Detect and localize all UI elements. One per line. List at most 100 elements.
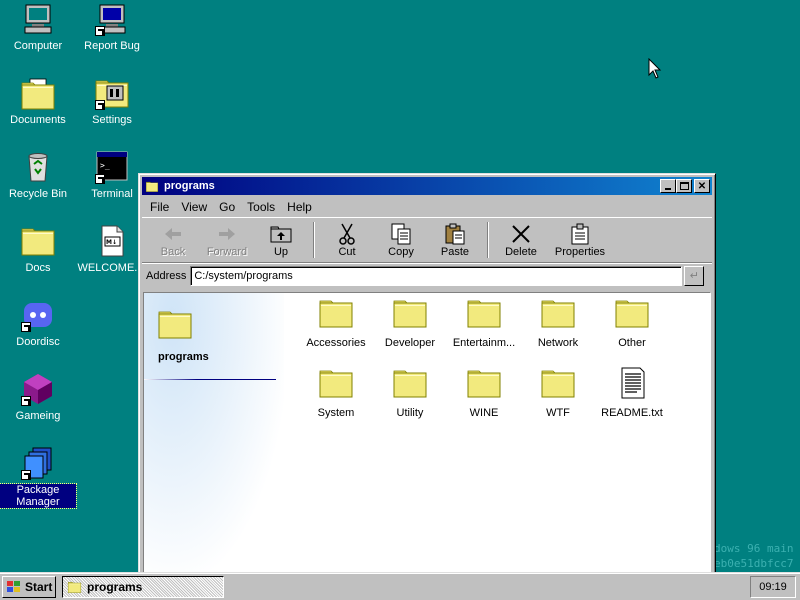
desktop-icon-docs[interactable]: Docs (0, 224, 76, 274)
desktop-icon-settings[interactable]: Settings (74, 76, 150, 126)
item-label: Entertainm... (452, 337, 516, 349)
cut-button[interactable]: Cut (320, 218, 374, 262)
file-item-readme[interactable]: README.txt (592, 367, 672, 419)
paste-button[interactable]: Paste (428, 218, 482, 262)
desktop-icon-gameing[interactable]: Gameing (0, 372, 76, 422)
item-label: README.txt (601, 407, 663, 419)
menu-bar: File View Go Tools Help (142, 195, 712, 217)
desktop-icon-label: WELCOME.... (77, 262, 147, 274)
back-button[interactable]: Back (146, 218, 200, 262)
sidepanel-divider (144, 379, 276, 380)
toolbar-separator (487, 222, 489, 258)
properties-button[interactable]: Properties (548, 218, 612, 262)
address-bar: Address C:/system/programs ↵ (142, 263, 712, 287)
item-label: Other (618, 337, 646, 349)
settings-icon (95, 76, 129, 110)
copy-icon (389, 223, 413, 245)
forward-arrow-icon (215, 223, 239, 245)
menu-go[interactable]: Go (213, 198, 241, 214)
folder-icon (145, 181, 159, 192)
desktop-icon-computer[interactable]: Computer (0, 2, 76, 52)
forward-label: Forward (206, 246, 248, 258)
close-button[interactable]: ✕ (694, 179, 710, 193)
window-titlebar[interactable]: programs ✕ (142, 177, 712, 195)
shortcut-arrow-icon (21, 322, 31, 332)
address-input[interactable]: C:/system/programs (190, 265, 683, 286)
shortcut-arrow-icon (21, 470, 31, 480)
folder-icon (467, 367, 501, 399)
address-go-button[interactable]: ↵ (684, 265, 705, 286)
desktop-icon-documents[interactable]: Documents (0, 76, 76, 126)
paste-icon (443, 223, 467, 245)
folder-icon (319, 367, 353, 399)
windows-logo-icon (7, 581, 20, 592)
properties-icon (568, 223, 592, 245)
taskbar-button-programs[interactable]: programs (62, 576, 224, 598)
folder-icon (467, 297, 501, 329)
folder-item-wtf[interactable]: WTF (518, 367, 598, 419)
item-label: WINE (469, 407, 499, 419)
desktop-icon-label: Report Bug (84, 40, 140, 52)
computer-icon (21, 2, 55, 36)
explorer-window[interactable]: programs ✕ File View Go Tools Help Back … (138, 173, 716, 578)
documents-folder-icon (21, 76, 55, 110)
start-button[interactable]: Start (2, 576, 56, 598)
system-tray: 09:19 (750, 576, 796, 598)
up-button[interactable]: Up (254, 218, 308, 262)
desktop-icon-label: Doordisc (16, 336, 60, 348)
taskbar: Start programs 09:19 (0, 572, 800, 600)
folder-item-accessories[interactable]: Accessories (296, 297, 376, 349)
desktop-icon-package-manager[interactable]: Package Manager (0, 446, 77, 509)
folder-item-other[interactable]: Other (592, 297, 672, 349)
folder-item-developer[interactable]: Developer (370, 297, 450, 349)
copy-label: Copy (388, 246, 414, 258)
back-arrow-icon (161, 223, 185, 245)
shortcut-arrow-icon (95, 174, 105, 184)
desktop-icon-recycle-bin[interactable]: Recycle Bin (0, 150, 76, 200)
folder-icon (393, 367, 427, 399)
doordisc-icon (21, 298, 55, 332)
menu-view[interactable]: View (175, 198, 213, 214)
toolbar-separator (313, 222, 315, 258)
folder-icon (393, 297, 427, 329)
folder-icon (21, 224, 55, 258)
up-label: Up (273, 246, 289, 258)
watermark-line: eb0e51dbfcc7 (714, 557, 794, 570)
folder-view[interactable]: programs Accessories Developer Entertain… (143, 292, 711, 573)
menu-file[interactable]: File (144, 198, 175, 214)
maximize-icon (679, 182, 689, 190)
item-label: Developer (384, 337, 436, 349)
forward-button[interactable]: Forward (200, 218, 254, 262)
enter-arrow-icon: ↵ (689, 270, 699, 282)
item-label: WTF (546, 407, 570, 419)
menu-tools[interactable]: Tools (241, 198, 281, 214)
copy-button[interactable]: Copy (374, 218, 428, 262)
paste-label: Paste (440, 246, 470, 258)
start-label: Start (25, 580, 53, 594)
properties-label: Properties (554, 246, 606, 258)
folder-item-utility[interactable]: Utility (370, 367, 450, 419)
desktop-icon-label: Terminal (91, 188, 133, 200)
toolbar: Back Forward Up Cut Copy Paste Delete Pr… (142, 217, 712, 263)
up-folder-icon (269, 223, 293, 245)
item-label: Network (537, 337, 579, 349)
gameing-icon (21, 372, 55, 406)
folder-icon (541, 297, 575, 329)
folder-item-wine[interactable]: WINE (444, 367, 524, 419)
svg-text:M↓: M↓ (106, 239, 117, 246)
minimize-button[interactable] (660, 179, 676, 193)
maximize-button[interactable] (676, 179, 692, 193)
folder-item-network[interactable]: Network (518, 297, 598, 349)
desktop-icon-doordisc[interactable]: Doordisc (0, 298, 76, 348)
taskbar-button-label: programs (87, 580, 143, 594)
folder-item-system[interactable]: System (296, 367, 376, 419)
clock[interactable]: 09:19 (759, 581, 787, 593)
item-label: Utility (396, 407, 424, 419)
menu-help[interactable]: Help (281, 198, 318, 214)
minimize-icon (665, 188, 671, 190)
folder-icon (541, 367, 575, 399)
desktop-icon-report-bug[interactable]: Report Bug (74, 2, 150, 52)
folder-item-entertainment[interactable]: Entertainm... (444, 297, 524, 349)
address-label: Address (146, 269, 187, 282)
delete-button[interactable]: Delete (494, 218, 548, 262)
